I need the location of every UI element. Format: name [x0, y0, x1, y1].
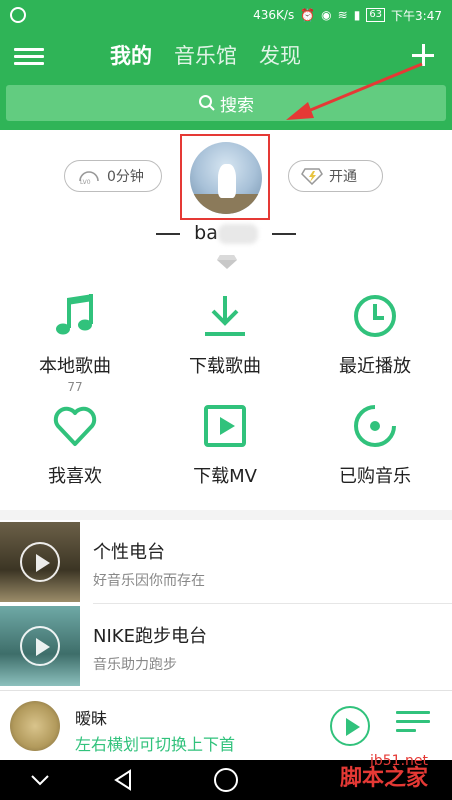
play-button[interactable] [330, 706, 370, 746]
search-bar[interactable]: 搜索 [6, 85, 446, 121]
quick-access-grid: 本地歌曲 77 下载歌曲 最近播放 我喜欢 下载MV 已购音乐 [0, 280, 452, 510]
grid-label: 下载歌曲 [189, 356, 261, 377]
play-circle-icon [20, 542, 60, 582]
grid-item-downloaded-songs[interactable]: 下载歌曲 [150, 280, 300, 390]
grid-item-purchased-music[interactable]: 已购音乐 [300, 390, 450, 500]
wifi-icon: ≋ [337, 8, 348, 22]
nav-collapse-icon[interactable] [28, 768, 52, 792]
search-icon [199, 95, 215, 111]
app-header: 我的 音乐馆 发现 搜索 [0, 30, 452, 130]
song-title: 暧昧 [75, 709, 108, 728]
swipe-hint: 左右横划可切换上下首 [75, 735, 236, 754]
listen-time-pill[interactable]: LV0 0分钟 [64, 160, 162, 192]
download-icon [205, 296, 245, 336]
vip-open-label: 开通 [329, 169, 357, 185]
clock-icon [354, 295, 396, 337]
search-label: 搜索 [220, 95, 254, 116]
watermark-site-name: 脚本之家 [340, 766, 429, 791]
username-blurred [217, 223, 258, 244]
status-bar: 436K/s ⏰ ◉ ≋ ▮ 63 下午3:47 [0, 0, 452, 30]
grid-item-favorites[interactable]: 我喜欢 [0, 390, 150, 500]
list-item-personal-radio[interactable]: 个性电台 好音乐因你而存在 [0, 520, 452, 604]
alarm-icon: ⏰ [300, 8, 316, 22]
grid-label: 本地歌曲 [39, 356, 111, 377]
vip-diamond-icon [217, 255, 237, 269]
tab-mine[interactable]: 我的 [110, 40, 152, 70]
purchased-music-icon [354, 405, 396, 447]
list-item-subtitle: 好音乐因你而存在 [93, 573, 205, 589]
clock-time: 下午3:47 [391, 8, 442, 23]
grid-label: 最近播放 [339, 356, 411, 377]
level-icon: LV0 [79, 171, 99, 185]
grid-item-recent-played[interactable]: 最近播放 [300, 280, 450, 390]
mv-play-icon [204, 405, 246, 447]
radio-thumbnail [0, 606, 80, 686]
battery-level: 63 [366, 8, 386, 22]
username-row: ba [0, 222, 452, 244]
list-item-title: 个性电台 [93, 542, 165, 563]
tab-discover[interactable]: 发现 [259, 40, 301, 70]
list-item-nike-radio[interactable]: NIKE跑步电台 音乐助力跑步 [0, 604, 452, 688]
album-cover[interactable] [10, 701, 60, 751]
avatar-highlight-box [180, 134, 270, 220]
grid-item-downloaded-mv[interactable]: 下载MV [150, 390, 300, 500]
eye-icon: ◉ [321, 8, 332, 22]
section-divider [0, 510, 452, 520]
list-item-title: NIKE跑步电台 [93, 626, 207, 647]
tab-music-hall[interactable]: 音乐馆 [174, 40, 237, 70]
runner-circle-icon [20, 626, 60, 666]
radio-thumbnail [0, 522, 80, 602]
network-speed: 436K/s [253, 8, 295, 22]
list-item-subtitle: 音乐助力跑步 [93, 657, 177, 673]
music-note-icon [56, 294, 93, 335]
app-notification-icon [10, 7, 26, 23]
main-tabs: 我的 音乐馆 发现 [110, 40, 301, 70]
menu-icon[interactable] [14, 44, 44, 70]
grid-item-local-songs[interactable]: 本地歌曲 77 [0, 280, 150, 394]
grid-label: 我喜欢 [48, 466, 102, 487]
grid-label: 下载MV [193, 466, 257, 487]
svg-text:LV0: LV0 [80, 179, 91, 185]
add-icon[interactable] [410, 42, 438, 70]
diamond-icon [301, 168, 323, 185]
watermark: jb51.net 脚本之家 [340, 752, 429, 791]
heart-icon [53, 406, 97, 446]
signal-icon: ▮ [353, 8, 361, 22]
mini-player[interactable]: 暧昧 左右横划可切换上下首 [0, 690, 452, 760]
grid-label: 已购音乐 [339, 466, 411, 487]
profile-section: LV0 0分钟 开通 ba [0, 130, 452, 280]
back-icon[interactable] [112, 768, 136, 792]
vip-open-pill[interactable]: 开通 [288, 160, 383, 192]
username: ba [194, 222, 218, 244]
radio-list: 个性电台 好音乐因你而存在 NIKE跑步电台 音乐助力跑步 [0, 520, 452, 690]
status-indicators: 436K/s ⏰ ◉ ≋ ▮ 63 下午3:47 [253, 7, 442, 24]
home-icon[interactable] [214, 768, 238, 792]
playlist-icon[interactable] [396, 711, 430, 739]
listen-time-label: 0分钟 [107, 169, 144, 185]
avatar[interactable] [190, 142, 262, 214]
